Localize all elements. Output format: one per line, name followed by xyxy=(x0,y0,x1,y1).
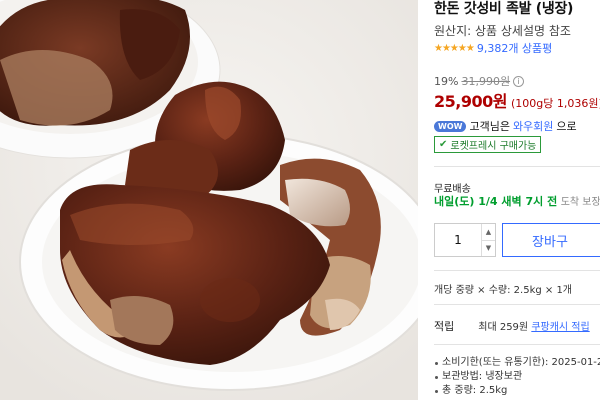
wow-badge: WOW xyxy=(434,120,467,132)
divider xyxy=(434,344,600,345)
quantity-stepper[interactable]: 1 ▲ ▼ xyxy=(434,223,496,257)
product-info-panel: 한돈 갓성비 족발 (냉장) 원산지: 상품 상세설명 참조 ★★★★★ 9,3… xyxy=(418,0,600,400)
product-details-list: 소비기한(또는 유통기한): 2025-01-21 보관방법: 냉장보관 총 중… xyxy=(434,356,600,398)
product-photo-illustration xyxy=(0,0,418,400)
coupang-cash-link[interactable]: 쿠팡캐시 적립 xyxy=(531,322,589,333)
add-to-cart-button[interactable]: 장바구 xyxy=(502,223,600,257)
delivery-guarantee: 도착 보장 (밤 xyxy=(560,197,600,208)
star-rating-icon: ★★★★★ xyxy=(434,42,475,54)
review-count-link[interactable]: 9,382개 상품평 xyxy=(477,40,552,56)
list-item: 보관방법: 냉장보관 xyxy=(434,370,600,384)
sale-price: 25,900원 xyxy=(434,92,507,111)
chevron-up-icon[interactable]: ▲ xyxy=(482,224,495,240)
sale-price-row: 25,900원 (100g당 1,036원) 와 xyxy=(434,88,600,112)
divider xyxy=(434,270,600,271)
quantity-input[interactable]: 1 xyxy=(435,224,481,256)
discount-rate: 19% xyxy=(434,74,459,88)
points-value: 최대 259원 xyxy=(478,322,529,333)
option-summary: 개당 중량 × 수량: 2.5kg × 1개 xyxy=(434,285,573,296)
divider xyxy=(434,304,600,305)
shipping-date: 내일(도) 1/4 새벽 7시 전 도착 보장 (밤 xyxy=(434,193,600,209)
quantity-arrows: ▲ ▼ xyxy=(481,224,495,256)
discount-row: 19% 31,990원 i xyxy=(434,73,525,89)
points-label: 적립 xyxy=(434,320,455,333)
points-row: 적립 최대 259원 쿠팡캐시 적립 xyxy=(434,318,590,334)
list-item: 총 중량: 2.5kg xyxy=(434,384,600,398)
unit-price: (100g당 1,036원) xyxy=(510,97,600,110)
rocket-fresh-button[interactable]: ✔ 로켓프레시 구매가능 xyxy=(434,136,542,153)
wow-text-suffix: 으로 xyxy=(556,120,577,133)
wow-text-prefix: 고객님은 xyxy=(469,120,510,133)
product-origin: 원산지: 상품 상세설명 참조 xyxy=(434,24,571,38)
chevron-down-icon[interactable]: ▼ xyxy=(482,239,495,257)
divider xyxy=(434,166,600,167)
rocket-fresh-label: 로켓프레시 구매가능 xyxy=(450,141,537,152)
product-image[interactable] xyxy=(0,0,418,400)
list-item: 소비기한(또는 유통기한): 2025-01-21 xyxy=(434,356,600,370)
original-price: 31,990원 xyxy=(461,75,511,88)
info-icon[interactable]: i xyxy=(513,75,525,87)
product-title: 한돈 갓성비 족발 (냉장) xyxy=(434,1,574,17)
wow-member-link[interactable]: 와우회원 xyxy=(513,118,553,134)
wow-member-row: WOW 고객님은 와우회원 으로 xyxy=(434,118,577,134)
rating-row[interactable]: ★★★★★ 9,382개 상품평 xyxy=(434,40,552,56)
delivery-date: 내일(도) 1/4 새벽 7시 전 xyxy=(434,195,558,208)
check-icon: ✔ xyxy=(439,139,448,150)
